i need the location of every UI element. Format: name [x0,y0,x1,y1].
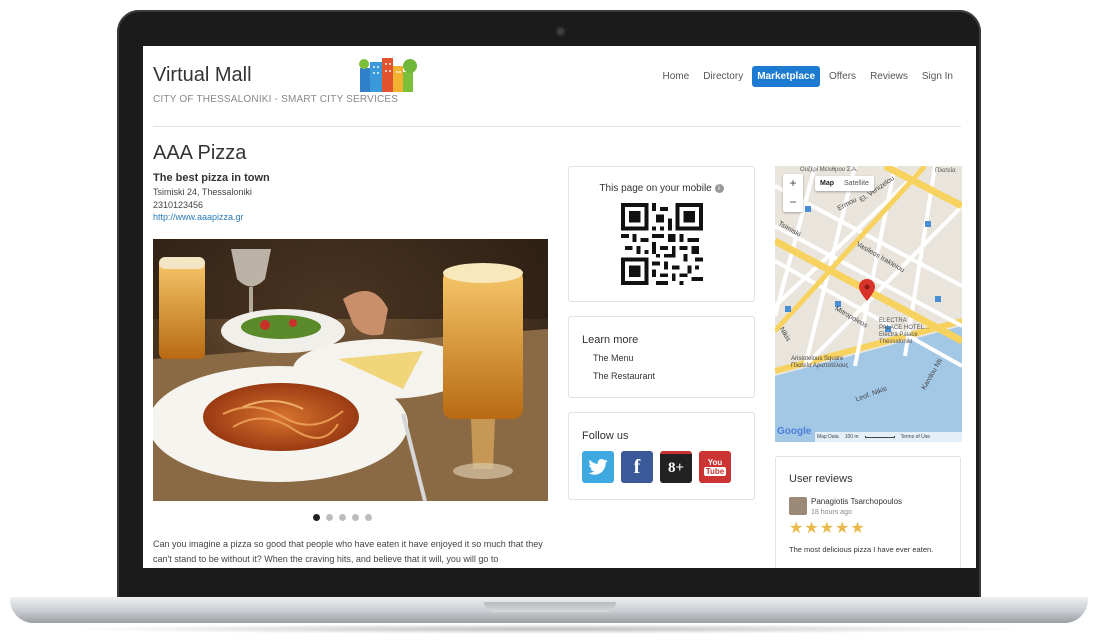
nav-offers[interactable]: Offers [824,66,861,87]
reviews-title: User reviews [789,473,853,485]
carousel-dot[interactable] [326,514,333,521]
learn-more-menu-link[interactable]: The Menu [593,353,634,363]
site-subtitle: CITY OF THESSALONIKI - SMART CITY SERVIC… [153,94,399,105]
mobile-qr-panel: This page on your mobile i [568,166,755,302]
business-contact: Tsimiski 24, Thessaloniki 2310123456 [153,186,252,212]
youtube-glyph-top: You [707,458,723,467]
carousel-dot[interactable] [313,514,320,521]
map-type-map[interactable]: Map [815,176,839,191]
map-label: ELECTRA [879,318,907,324]
twitter-icon[interactable] [582,451,614,483]
map-type-toggle: Map Satellite [815,176,874,191]
map-label: Πλατεία [935,168,956,174]
map-zoom-out-button[interactable]: − [783,193,803,212]
nav-directory[interactable]: Directory [698,66,748,87]
carousel-dot[interactable] [339,514,346,521]
nav-home[interactable]: Home [658,66,695,87]
nav-reviews[interactable]: Reviews [865,66,913,87]
social-icons: f 8+ You Tube [582,451,731,483]
business-phone: 2310123456 [153,200,204,210]
map-square-label: Aristotelous Square Πλατεία Αριστοτέλους [791,356,848,370]
carousel-dot[interactable] [365,514,372,521]
map-label: Electra Palace [879,332,918,338]
map-data-label: Map Data [817,434,839,440]
site-title[interactable]: Virtual Mall [153,64,252,87]
twitter-bird-glyph [588,459,608,475]
info-icon[interactable]: i [714,184,724,193]
map-label: Ουζερί Μελιθρου Σ.Α. [800,167,858,173]
map-label: PALACE HOTEL... [879,325,929,331]
youtube-icon[interactable]: You Tube [699,451,731,483]
map-scale-label: 100 m [844,434,859,440]
google-logo: Google [777,426,812,437]
follow-us-title: Follow us [582,430,629,442]
browser-screen: Virtual Mall CITY OF THESSALONIKI - SMAR… [143,46,976,568]
header-divider [153,126,961,127]
learn-more-panel: Learn more The Menu The Restaurant [568,316,755,398]
star-icon: ★ [835,520,850,537]
camera [557,28,564,35]
business-address: Tsimiski 24, Thessaloniki [153,187,252,197]
avatar[interactable] [789,497,807,515]
facebook-glyph: f [633,455,641,478]
location-map[interactable]: Ουζερί Μελιθρου Σ.Α. Πλατεία Ermou El. V… [775,166,962,442]
map-label: Πλατεία Αριστοτέλους [791,363,849,369]
facebook-icon[interactable]: f [621,451,653,483]
map-zoom-in-button[interactable]: + [783,174,803,193]
learn-more-restaurant-link[interactable]: The Restaurant [593,371,655,381]
map-terms-link[interactable]: Terms of Use [901,434,930,440]
mobile-qr-title: This page on your mobile [599,183,712,194]
star-icon: ★ [804,520,819,537]
review-author[interactable]: Panagiotis Tsarchopoulos [811,497,902,506]
map-hotel-label: ELECTRA PALACE HOTEL... Electra Palace T… [879,318,929,346]
business-description: Can you imagine a pizza so good that peo… [153,539,543,564]
carousel-image[interactable] [153,239,548,501]
learn-more-title: Learn more [582,334,639,346]
carousel-indicators [313,514,372,521]
mobile-qr-title-row: This page on your mobile i [569,183,754,194]
user-reviews-panel: User reviews Panagiotis Tsarchopoulos 18… [775,456,961,568]
map-zoom-controls: + − [783,174,803,212]
star-icon: ★ [819,520,835,537]
carousel-dot[interactable] [352,514,359,521]
nav-marketplace[interactable]: Marketplace [752,66,821,87]
map-label: Aristotelous Square [791,356,844,362]
star-rating: ★ ★ ★ ★ ★ [789,521,865,537]
business-website-link[interactable]: http://www.aaapizza.gr [153,212,244,222]
youtube-glyph-bottom: Tube [703,467,727,476]
map-label: Thessaloniki [879,339,913,345]
map-scale-bar [864,436,895,438]
star-icon: ★ [789,520,804,537]
main-nav: Home Directory Marketplace Offers Review… [658,66,959,87]
review-text: The most delicious pizza I have ever eat… [789,545,934,554]
map-tiles [775,166,962,442]
map-type-satellite[interactable]: Satellite [839,176,874,191]
review-time: 18 hours ago [811,509,852,516]
city-logo [359,58,417,92]
page-title: AAA Pizza [153,142,247,164]
business-tagline: The best pizza in town [153,172,270,184]
googleplus-glyph: 8+ [667,460,685,476]
map-footer: Map Data 100 m Terms of Use [815,432,962,442]
star-icon: ★ [850,520,865,537]
qr-code [621,203,703,285]
nav-sign-in[interactable]: Sign In [917,66,958,87]
laptop-shadow [60,624,1038,634]
food-photo [153,239,548,501]
laptop-notch [484,602,616,612]
follow-us-panel: Follow us f 8+ You Tube [568,412,755,500]
googleplus-icon[interactable]: 8+ [660,451,692,483]
